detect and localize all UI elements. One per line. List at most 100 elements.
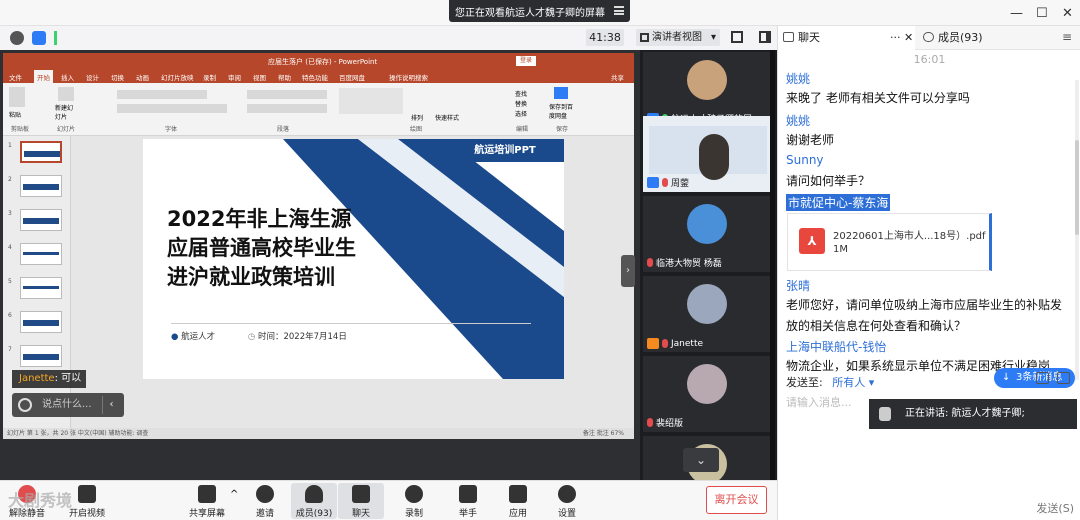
arrange-label[interactable]: 排列 — [411, 113, 423, 122]
ppt-share[interactable]: 共享 — [611, 72, 624, 82]
slide-thumbnail[interactable] — [20, 345, 62, 367]
font-format-buttons[interactable] — [117, 104, 227, 113]
tab-members-label: 成员(93) — [938, 31, 983, 44]
video-tile[interactable]: Janette — [643, 276, 771, 352]
chevron-down-icon: ▾ — [710, 32, 716, 43]
video-tile[interactable]: 临港大物贸 杨磊 — [643, 196, 771, 272]
scroll-down-button[interactable]: ⌄ — [683, 448, 719, 472]
select-button[interactable]: 选择 — [515, 109, 527, 118]
speaking-text: 正在讲话: 航运人才魏子卿; — [905, 408, 1025, 419]
save-baidu-label[interactable]: 保存到百度网盘 — [549, 102, 577, 120]
ppt-tab[interactable]: 百度网盘 — [339, 72, 365, 82]
video-tile[interactable]: 周蓥 — [643, 116, 771, 192]
ppt-login-button[interactable]: 登录 — [516, 56, 537, 66]
video-tile[interactable]: 裴绍版 — [643, 356, 771, 432]
quick-styles-label[interactable]: 快速样式 — [435, 113, 459, 122]
menu-icon[interactable] — [614, 6, 624, 15]
leave-meeting-button[interactable]: 离开会议 — [706, 486, 767, 514]
invite-label: 邀请 — [255, 509, 274, 519]
quick-chat-placeholder: 说点什么... — [42, 399, 92, 410]
layout-icon[interactable] — [759, 31, 771, 43]
slide-thumbnail[interactable] — [20, 311, 62, 333]
paragraph-buttons[interactable] — [247, 90, 327, 99]
tab-chat[interactable]: 聊天 ··· ✕ — [778, 26, 915, 50]
avatar — [687, 60, 727, 100]
strip-scrollbar[interactable] — [770, 50, 775, 480]
ppt-tab[interactable]: 特色功能 — [302, 72, 328, 82]
members-button[interactable]: 成员(93) — [291, 483, 337, 519]
ppt-tab[interactable]: 文件 — [9, 72, 22, 82]
ppt-tab[interactable]: 设计 — [86, 72, 99, 82]
ppt-tab-home[interactable]: 开始 — [34, 70, 53, 83]
raise-hand-button[interactable]: 举手 — [445, 483, 491, 519]
slide-thumbnail[interactable] — [20, 209, 62, 231]
shield-icon[interactable] — [32, 31, 46, 45]
ppt-search[interactable]: 操作说明搜索 — [389, 72, 428, 82]
tab-members[interactable]: 成员(93) — [918, 26, 1058, 50]
ppt-tab[interactable]: 帮助 — [278, 72, 291, 82]
ppt-tab[interactable]: 切换 — [111, 72, 124, 82]
chat-messages[interactable]: 16:01 姚姚 来晚了 老师有相关文件可以分享吗 姚姚 谢谢老师 Sunny … — [778, 50, 1080, 394]
participant-name: Janette — [671, 338, 704, 349]
slide-canvas[interactable]: 航运培训PPT 2022年非上海生源 应届普通高校毕业生 进沪就业政策培训 ● … — [143, 139, 564, 379]
settings-button[interactable]: 设置 — [544, 483, 590, 519]
emoji-icon[interactable] — [18, 398, 32, 412]
ribbon-group-label: 保存 — [556, 126, 569, 133]
send-to-selector[interactable]: 发送至: 所有人 ▾ — [786, 374, 874, 390]
new-slide-icon[interactable] — [58, 87, 74, 101]
maximize-button[interactable]: ☐ — [1036, 6, 1048, 21]
screenshot-icon[interactable] — [1057, 372, 1070, 384]
chevron-up-icon[interactable]: ^ — [230, 489, 238, 500]
close-window-button[interactable]: ✕ — [1062, 6, 1073, 21]
view-mode-button[interactable]: 演讲者视图 ▾ — [636, 29, 720, 46]
ppt-tab[interactable]: 审阅 — [228, 72, 241, 82]
participant-name: 周蓥 — [671, 179, 690, 189]
send-button[interactable]: 发送(S) — [1036, 500, 1074, 516]
font-selector[interactable] — [117, 90, 207, 99]
chat-button[interactable]: 聊天 — [338, 483, 384, 519]
file-attachment[interactable]: ⅄ 20220601上海市人...18号）.pdf 1M — [787, 213, 992, 271]
ppt-tab[interactable]: 幻灯片放映 — [161, 72, 194, 82]
ppt-tab[interactable]: 录制 — [203, 72, 216, 82]
ppt-tab[interactable]: 插入 — [61, 72, 74, 82]
more-icon[interactable]: ··· — [890, 26, 901, 50]
info-icon[interactable] — [10, 31, 24, 45]
cloud-icon[interactable] — [554, 87, 568, 99]
view-mode-label: 演讲者视图 — [652, 32, 702, 43]
apps-button[interactable]: 应用 — [495, 483, 541, 519]
ribbon-group-label: 段落 — [277, 126, 290, 133]
collapse-chat-button[interactable]: ‹ — [102, 396, 120, 414]
slide-thumbnail[interactable] — [20, 141, 62, 163]
panel-menu-icon[interactable]: ≡ — [1062, 30, 1072, 44]
paste-icon[interactable] — [9, 87, 25, 107]
quick-chat-input[interactable]: 说点什么... ‹ — [12, 393, 124, 417]
message-text: 谢谢老师 — [786, 133, 835, 147]
minimize-button[interactable]: — — [1010, 6, 1023, 21]
find-button[interactable]: 查找 — [515, 89, 527, 98]
chat-input[interactable]: 请输入消息... — [786, 394, 852, 410]
shapes-gallery[interactable] — [339, 88, 403, 114]
folder-icon[interactable] — [1036, 372, 1049, 384]
fullscreen-icon[interactable] — [731, 31, 743, 43]
slide-thumbnail[interactable] — [20, 277, 62, 299]
user-icon — [647, 177, 659, 188]
share-banner-text: 您正在观看航运人才魏子卿的屏幕 — [455, 7, 605, 19]
send-to-value[interactable]: 所有人 ▾ — [832, 376, 874, 389]
slide-thumbnail[interactable] — [20, 175, 62, 197]
slide-thumbnail[interactable] — [20, 243, 62, 265]
close-icon[interactable]: ✕ — [904, 26, 913, 50]
record-button[interactable]: 录制 — [391, 483, 437, 519]
invite-button[interactable]: 邀请 — [242, 483, 288, 519]
screen-share-banner[interactable]: 您正在观看航运人才魏子卿的屏幕 — [449, 0, 630, 22]
replace-button[interactable]: 替换 — [515, 99, 527, 108]
ppt-tab[interactable]: 视图 — [253, 72, 266, 82]
ppt-status-right[interactable]: 备注 批注 67% — [583, 428, 624, 439]
signal-icon[interactable] — [54, 31, 68, 45]
ppt-tab[interactable]: 动画 — [136, 72, 149, 82]
collapse-strip-button[interactable]: › — [621, 255, 635, 287]
record-label: 录制 — [404, 509, 423, 519]
align-buttons[interactable] — [247, 104, 327, 113]
chat-scrollbar[interactable] — [1075, 80, 1079, 380]
meeting-toolbar: 解除静音 开启视频 共享屏幕 ^ 邀请 成员(93) 聊天 录制 举手 应用 设… — [0, 480, 777, 520]
share-screen-button[interactable]: 共享屏幕 — [184, 483, 230, 519]
